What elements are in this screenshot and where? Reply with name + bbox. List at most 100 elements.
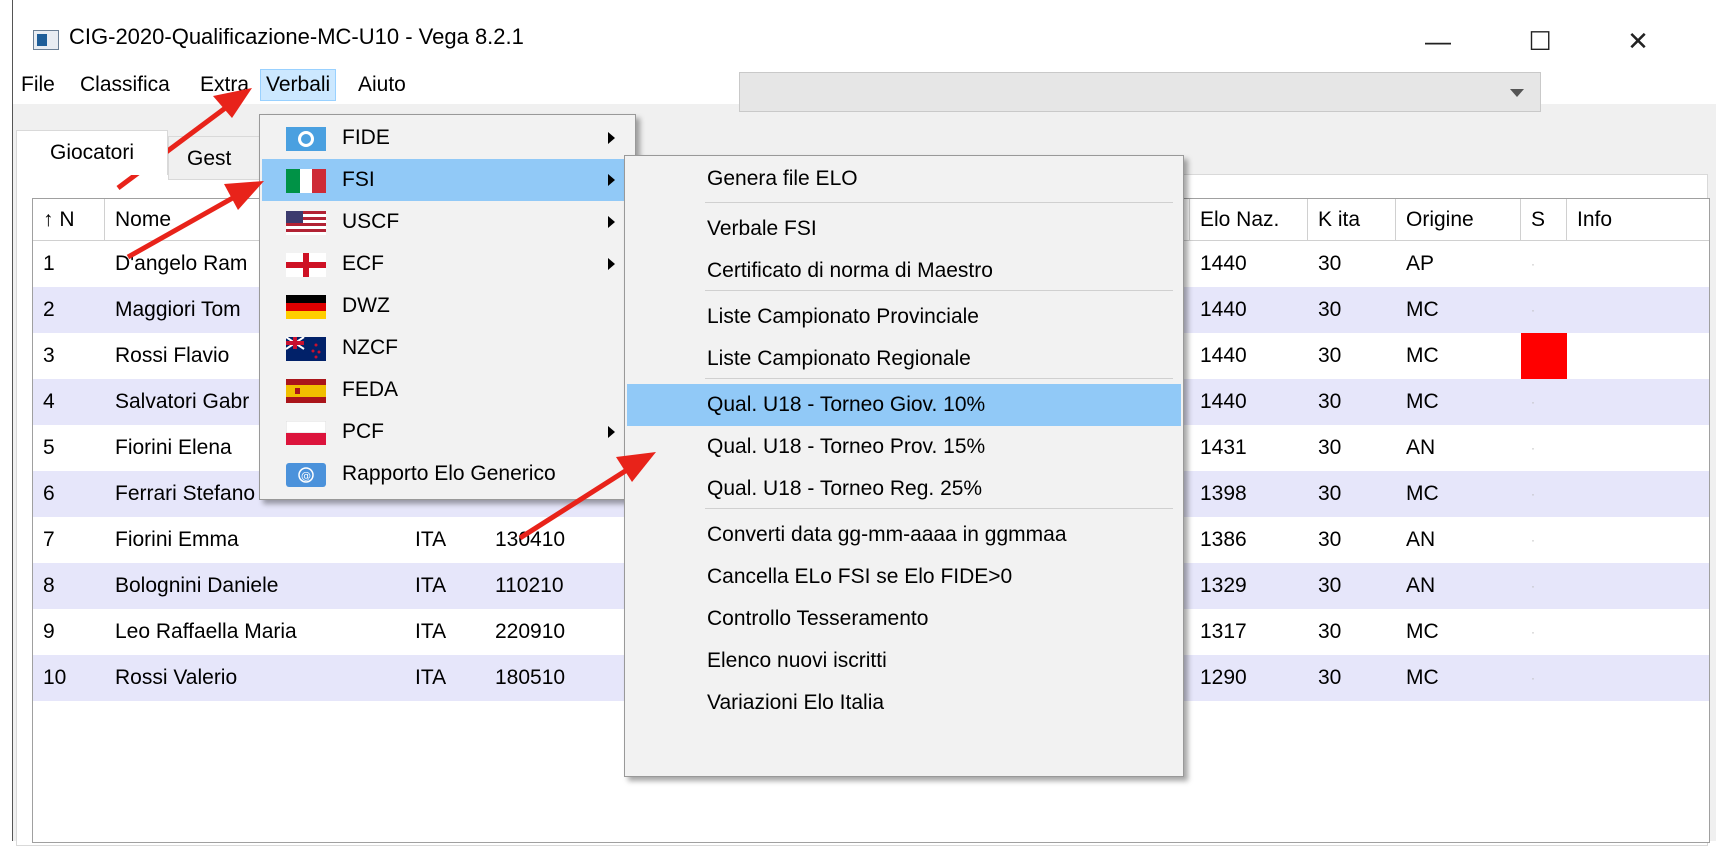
cell-k-ita: 30	[1318, 344, 1342, 367]
cell-s: ·	[1531, 395, 1535, 409]
column-header-elo-naz[interactable]: Elo Naz.	[1190, 199, 1308, 241]
menu-item-nzcf[interactable]: NZCF	[262, 327, 633, 369]
cell-k-ita: 30	[1318, 298, 1342, 321]
cell-elo-naz: 1290	[1200, 666, 1247, 689]
un-flag-icon: @	[286, 463, 326, 487]
menu-item-label: ECF	[342, 252, 384, 275]
app-icon	[33, 30, 59, 50]
menu-item-label: Cancella ELo FSI se Elo FIDE>0	[707, 565, 1013, 588]
menu-file[interactable]: File	[16, 70, 60, 100]
fsi-menu-item[interactable]: Qual. U18 - Torneo Giov. 10%	[627, 384, 1181, 426]
menu-item-uscf[interactable]: USCF	[262, 201, 633, 243]
cell-s: ·	[1531, 671, 1535, 685]
cell-id: 110210	[495, 574, 564, 597]
cell-elo-naz: 1386	[1200, 528, 1247, 551]
cell-s: ·	[1531, 625, 1535, 639]
fsi-menu-item[interactable]: Certificato di norma di Maestro	[627, 250, 1181, 292]
cell-elo-naz: 1440	[1200, 344, 1247, 367]
cell-s: ·	[1531, 441, 1535, 455]
tournament-combo[interactable]	[739, 72, 1541, 112]
submenu-arrow-icon	[608, 174, 615, 186]
fsi-menu-item[interactable]: Liste Campionato Regionale	[627, 338, 1181, 380]
fide-flag-icon	[286, 127, 326, 151]
column-header-origine[interactable]: Origine	[1396, 199, 1521, 241]
cell-origine: AN	[1406, 436, 1436, 459]
cell-origine: MC	[1406, 620, 1439, 643]
cell-origine: AN	[1406, 574, 1436, 597]
fsi-menu-item[interactable]: Cancella ELo FSI se Elo FIDE>0	[627, 556, 1181, 598]
cell-elo-naz: 1431	[1200, 436, 1247, 459]
cell-fed: ITA	[415, 666, 447, 689]
menu-item-fide[interactable]: FIDE	[262, 117, 633, 159]
menu-aiuto[interactable]: Aiuto	[353, 70, 411, 100]
fsi-menu-item[interactable]: Converti data gg-mm-aaaa in ggmmaa	[627, 514, 1181, 556]
cell-fed: ITA	[415, 528, 447, 551]
menu-item-label: Elenco nuovi iscritti	[707, 649, 887, 672]
menu-item-label: Liste Campionato Regionale	[707, 347, 971, 370]
menu-item-label: DWZ	[342, 294, 390, 317]
verbali-dropdown-menu: FIDE FSI USCF ECF DWZ NZCF FEDA PCF @ Rapporto El…	[259, 114, 636, 500]
title-bar[interactable]: CIG-2020-Qualificazione-MC-U10 - Vega 8.…	[13, 10, 1716, 66]
cell-id: 220910	[495, 620, 566, 643]
cell-k-ita: 30	[1318, 666, 1342, 689]
menu-item-rapporto-elo-generico[interactable]: @ Rapporto Elo Generico	[262, 453, 633, 495]
menu-item-label: Genera file ELO	[707, 167, 858, 190]
chevron-down-icon[interactable]	[1510, 89, 1524, 97]
fsi-menu-item[interactable]: Liste Campionato Provinciale	[627, 296, 1181, 338]
menu-item-label: Qual. U18 - Torneo Reg. 25%	[707, 477, 983, 500]
maximize-button[interactable]: ☐	[1515, 22, 1565, 60]
cell-elo-naz: 1440	[1200, 390, 1247, 413]
cell-info	[1567, 425, 1709, 471]
fsi-menu-item[interactable]: Controllo Tesseramento	[627, 598, 1181, 640]
cell-fed: ITA	[415, 620, 447, 643]
menu-item-label: Qual. U18 - Torneo Giov. 10%	[707, 393, 986, 416]
cell-nome: Fiorini Emma	[115, 528, 239, 551]
fsi-menu-item[interactable]: Genera file ELO	[627, 158, 1181, 200]
column-header-k-ita[interactable]: K ita	[1308, 199, 1396, 241]
menu-verbali[interactable]: Verbali	[260, 69, 337, 101]
column-header-info[interactable]: Info	[1567, 199, 1709, 241]
menu-separator	[705, 202, 1173, 203]
cell-info	[1567, 517, 1709, 563]
cell-s	[1521, 333, 1567, 379]
cell-info	[1567, 609, 1709, 655]
fsi-menu-item[interactable]: Qual. U18 - Torneo Prov. 15%	[627, 426, 1181, 468]
menu-item-ecf[interactable]: ECF	[262, 243, 633, 285]
fsi-menu-item[interactable]: Qual. U18 - Torneo Reg. 25%	[627, 468, 1181, 510]
cell-s: ·	[1531, 303, 1535, 317]
menu-item-label: Liste Campionato Provinciale	[707, 305, 979, 328]
cell-k-ita: 30	[1318, 436, 1342, 459]
cell-n: 7	[43, 528, 55, 551]
cell-info	[1567, 655, 1709, 701]
minimize-button[interactable]: —	[1413, 22, 1463, 60]
fsi-menu-item[interactable]: Variazioni Elo Italia	[627, 682, 1181, 724]
fsi-menu-item[interactable]: Verbale FSI	[627, 208, 1181, 250]
fsi-submenu: Genera file ELO Verbale FSI Certificato di…	[624, 155, 1184, 777]
tab-giocatori[interactable]: Giocatori	[16, 130, 168, 175]
cell-origine: MC	[1406, 482, 1439, 505]
fsi-menu-item[interactable]: Elenco nuovi iscritti	[627, 640, 1181, 682]
menu-item-feda[interactable]: FEDA	[262, 369, 633, 411]
cell-id: 180510	[495, 666, 566, 689]
menu-item-pcf[interactable]: PCF	[262, 411, 633, 453]
menu-item-fsi[interactable]: FSI	[262, 159, 633, 201]
menu-item-dwz[interactable]: DWZ	[262, 285, 633, 327]
cell-n: 3	[43, 344, 55, 367]
cell-origine: MC	[1406, 666, 1439, 689]
menu-extra[interactable]: Extra	[195, 70, 254, 100]
menu-classifica[interactable]: Classifica	[75, 70, 175, 100]
cell-n: 6	[43, 482, 55, 505]
menu-item-label: Rapporto Elo Generico	[342, 462, 556, 485]
submenu-arrow-icon	[608, 258, 615, 270]
close-button[interactable]: ✕	[1613, 22, 1663, 60]
cell-origine: AN	[1406, 528, 1436, 551]
column-header-s[interactable]: S	[1521, 199, 1567, 241]
england-flag-icon	[286, 253, 326, 277]
cell-k-ita: 30	[1318, 620, 1342, 643]
cell-nome: Bolognini Daniele	[115, 574, 279, 597]
cell-elo-naz: 1440	[1200, 252, 1247, 275]
column-header-n[interactable]: ↑ N	[33, 199, 105, 241]
cell-info	[1567, 471, 1709, 517]
cell-elo-naz: 1440	[1200, 298, 1247, 321]
cell-elo-naz: 1329	[1200, 574, 1247, 597]
